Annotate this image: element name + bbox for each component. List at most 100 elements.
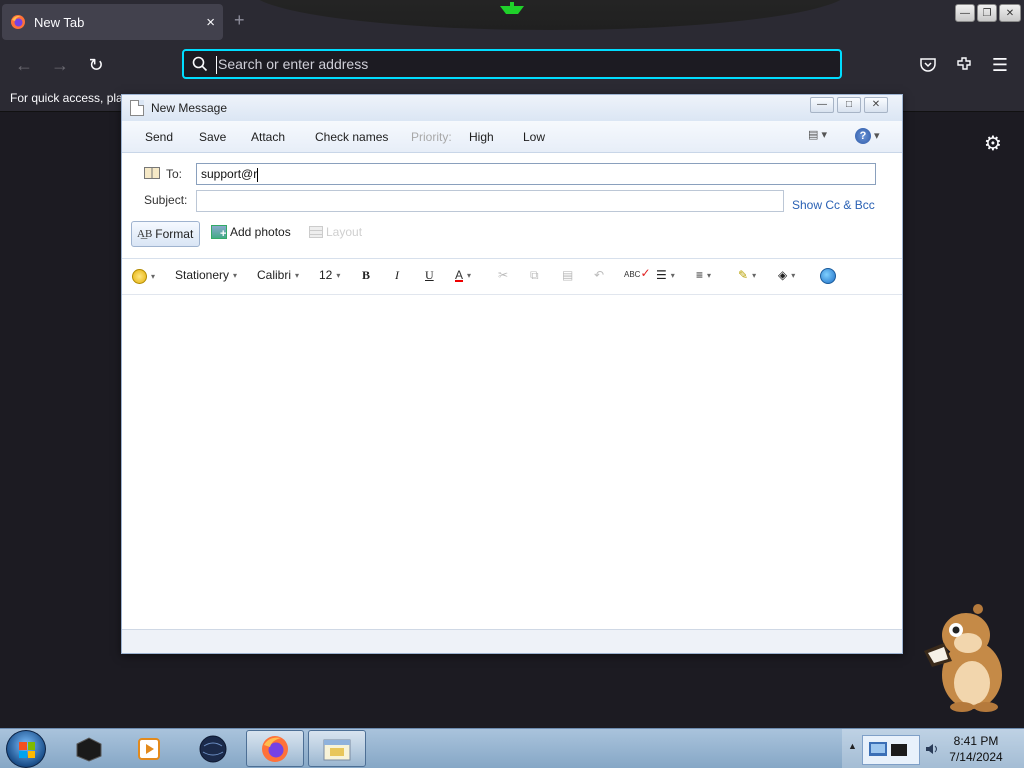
compose-minimize-button[interactable]: — (810, 97, 834, 113)
mail-window-icon (323, 739, 351, 760)
extensions-icon[interactable] (955, 55, 973, 73)
pocket-icon[interactable] (919, 56, 937, 74)
save-button[interactable]: Save (199, 130, 226, 144)
tab-strip: New Tab × + — ❐ ✕ (0, 0, 1024, 44)
priority-low-button[interactable]: Low (523, 130, 545, 144)
theme-light-icon (500, 2, 524, 14)
font-size-label: 12 (319, 268, 333, 282)
taskbar-app-mail[interactable] (308, 730, 366, 767)
paragraph-dropdown[interactable]: ≡ ▾ (696, 268, 711, 282)
encrypt-options-icon[interactable]: ▤ ▾ (808, 128, 834, 146)
send-button[interactable]: Send (145, 130, 173, 144)
check-names-button[interactable]: Check names (315, 130, 388, 144)
subject-field[interactable] (196, 190, 784, 212)
spell-check-button[interactable]: ABC✓ (624, 266, 651, 280)
spell-check-icon: ABC (624, 270, 641, 279)
url-bar[interactable] (182, 49, 842, 79)
copy-icon[interactable]: ⧉ (530, 268, 539, 283)
taskbar-app-media[interactable] (120, 730, 178, 767)
bold-button[interactable]: B (362, 268, 370, 283)
undo-icon[interactable]: ↶ (594, 268, 604, 282)
to-label: To: (166, 167, 183, 181)
format-tab[interactable]: A͟B Format (131, 221, 200, 247)
restore-button[interactable]: ❐ (977, 4, 997, 22)
font-dropdown[interactable]: Calibri ▾ (257, 268, 299, 282)
new-message-window: New Message — □ ✕ Send Save Attach Check… (121, 94, 903, 654)
hyperlink-button[interactable] (820, 268, 836, 284)
taskbar-app-terminal[interactable] (60, 730, 118, 767)
start-button[interactable] (6, 730, 46, 768)
network-panel[interactable] (862, 735, 920, 765)
paste-icon[interactable]: ▤ (562, 268, 573, 282)
subject-label: Subject: (144, 193, 188, 207)
attach-button[interactable]: Attach (251, 130, 285, 144)
window-controls: — ❐ ✕ (955, 4, 1021, 22)
forward-icon[interactable]: → (50, 55, 70, 75)
list-icon: ☰ (656, 268, 667, 282)
text-cursor (257, 167, 259, 182)
document-icon (130, 100, 144, 116)
close-window-button[interactable]: ✕ (999, 4, 1021, 22)
underline-button[interactable]: U (425, 268, 434, 283)
compose-command-bar: Send Save Attach Check names Priority: H… (122, 121, 902, 153)
layout-icon (309, 226, 323, 238)
help-button[interactable]: ? ▾ (855, 128, 881, 146)
add-photos-button[interactable]: Add photos (211, 225, 291, 240)
clock-date: 7/14/2024 (949, 750, 1003, 764)
new-tab-button[interactable]: + (234, 10, 245, 31)
to-field[interactable]: support@r (196, 163, 876, 185)
font-color-icon: A (455, 268, 464, 282)
minimize-button[interactable]: — (955, 4, 975, 22)
firefox-icon (262, 735, 288, 762)
tab-new-tab[interactable]: New Tab × (2, 4, 223, 40)
address-book-icon[interactable] (144, 167, 160, 179)
clock[interactable]: 8:41 PM 7/14/2024 (944, 733, 1008, 765)
address-input[interactable] (218, 56, 818, 72)
tab-title: New Tab (34, 14, 85, 30)
black-box-icon (76, 736, 102, 762)
list-dropdown[interactable]: ☰ ▾ (656, 268, 675, 282)
reload-icon[interactable]: ↻ (86, 55, 106, 75)
emoticon-button[interactable]: ▾ (132, 269, 155, 285)
tab-close-button[interactable]: × (206, 14, 215, 31)
priority-high-button[interactable]: High (469, 130, 494, 144)
priority-label: Priority: (411, 130, 452, 144)
stationery-label: Stationery (175, 268, 230, 282)
nav-bar: ← → ↻ ☰ (0, 44, 1024, 86)
formatting-toolbar: ▾ Stationery ▾ Calibri ▾ 12 ▾ B I U A ▾ ✂ ⧉ … (122, 259, 902, 295)
check-mark-icon: ✓ (640, 266, 651, 280)
firefox-icon (11, 15, 25, 29)
media-player-icon (138, 737, 160, 760)
message-body[interactable] (122, 295, 902, 631)
font-color-button[interactable]: A ▾ (455, 268, 471, 282)
highlight-dropdown[interactable]: ✎ ▾ (738, 268, 756, 282)
volume-icon[interactable] (924, 741, 940, 757)
format-label: Format (155, 227, 194, 241)
taskbar-app-firefox[interactable] (246, 730, 304, 767)
dark-globe-icon (199, 735, 227, 762)
taskbar-app-globe[interactable] (184, 730, 242, 767)
back-icon[interactable]: ← (14, 55, 34, 75)
show-cc-bcc-link[interactable]: Show Cc & Bcc (792, 198, 875, 212)
paint-bucket-icon: ◈ (778, 268, 788, 282)
indent-icon: ≡ (696, 268, 704, 282)
clock-time: 8:41 PM (953, 734, 999, 748)
compose-close-button[interactable]: ✕ (864, 97, 888, 113)
layout-tab[interactable]: Layout (309, 225, 362, 239)
compose-header: To: support@r Subject: Show Cc & Bcc A͟B… (122, 153, 902, 259)
highlighter-icon: ✎ (738, 268, 749, 282)
fill-dropdown[interactable]: ◈ ▾ (778, 268, 795, 282)
menu-icon[interactable]: ☰ (990, 55, 1010, 75)
compose-maximize-button[interactable]: □ (837, 97, 861, 113)
help-icon: ? (855, 128, 871, 144)
font-size-dropdown[interactable]: 12 ▾ (319, 268, 340, 282)
show-hidden-icons-icon[interactable]: ▲ (848, 741, 857, 751)
gear-icon[interactable]: ⚙ (982, 133, 1004, 155)
cut-icon[interactable]: ✂ (498, 268, 508, 282)
windows-logo-icon (19, 742, 35, 758)
italic-button[interactable]: I (395, 268, 399, 283)
stationery-dropdown[interactable]: Stationery ▾ (175, 268, 237, 282)
to-value: support@r (201, 167, 258, 181)
compose-status-bar (122, 629, 902, 653)
bookmarks-hint: For quick access, plac (10, 91, 129, 105)
